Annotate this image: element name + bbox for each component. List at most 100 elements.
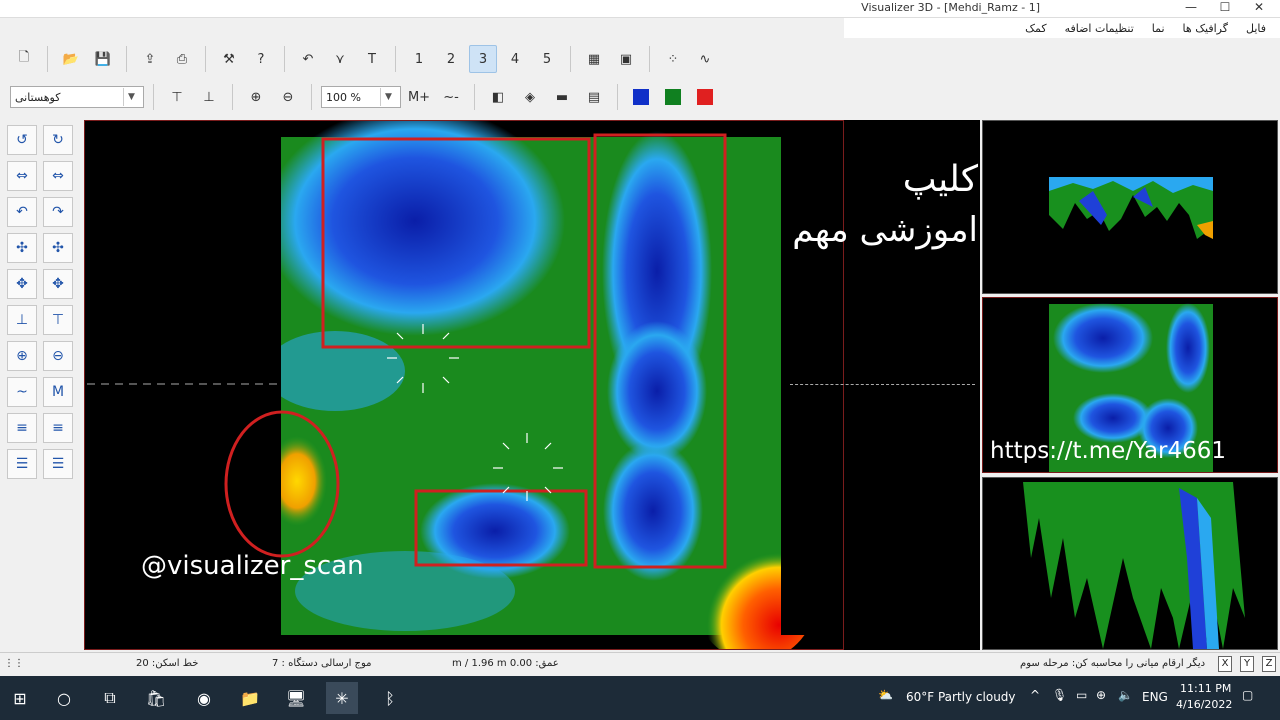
raise-icon[interactable]: ⊥ [7, 305, 37, 335]
rotate-left-icon[interactable]: ↺ [7, 125, 37, 155]
view-3-button[interactable]: 3 [469, 45, 497, 73]
levels-icon[interactable]: ≡ [7, 413, 37, 443]
filter-icon[interactable]: ⋎ [326, 45, 354, 73]
bars2-icon[interactable]: ☰ [43, 449, 73, 479]
bars-icon[interactable]: ☰ [7, 449, 37, 479]
pan-icon[interactable]: ✥ [7, 269, 37, 299]
preview-panel-profile[interactable] [982, 120, 1278, 294]
store-icon[interactable]: 🛍 [140, 682, 172, 714]
green-swatch [665, 89, 681, 105]
layer-icon[interactable]: ◧ [484, 83, 512, 111]
clock-time[interactable]: 11:11 PM [1180, 682, 1231, 695]
main-toolbar: 🗋 📂 💾 ⇪ ⎙ ⚒ ? ↶ ⋎ T 1 2 3 4 5 ▦ ▣ ⁘ ∿ [0, 40, 844, 78]
tools-icon[interactable]: ⚒ [215, 45, 243, 73]
move2-icon[interactable]: ✣ [43, 233, 73, 263]
pan2-icon[interactable]: ✥ [43, 269, 73, 299]
save-icon[interactable]: 💾 [89, 45, 117, 73]
text-tool-icon[interactable]: T [358, 45, 386, 73]
chrome-icon[interactable]: ◉ [188, 682, 220, 714]
line-graph-icon[interactable]: ∿ [691, 45, 719, 73]
scatter-icon[interactable]: ⁘ [659, 45, 687, 73]
increase-icon[interactable]: M [43, 377, 73, 407]
zoom-select[interactable]: 100 % ▼ [321, 86, 401, 108]
view-5-button[interactable]: 5 [533, 45, 561, 73]
surface-icon[interactable]: ◈ [516, 83, 544, 111]
anomaly-cyan-left [265, 331, 405, 411]
maximize-button[interactable]: ☐ [1208, 0, 1242, 16]
close-button[interactable]: ✕ [1242, 0, 1276, 16]
scan-view[interactable]: @visualizer_scan [84, 120, 844, 650]
tilt-left-icon[interactable]: ↶ [7, 197, 37, 227]
color-green-button[interactable] [659, 83, 687, 111]
raise-icon[interactable]: ⊤ [163, 83, 191, 111]
color-red-button[interactable] [691, 83, 719, 111]
app-window: Visualizer 3D - [Mehdi_Ramz - 1] — ☐ ✕ ف… [0, 0, 1280, 720]
weather-icon[interactable]: ⛅ [878, 688, 893, 702]
axis-y-button[interactable]: Y [1240, 656, 1254, 672]
language-indicator[interactable]: ENG [1142, 690, 1168, 704]
microphone-icon[interactable]: 🎙 [1052, 688, 1067, 702]
terrain-select[interactable]: کوهستانی ▼ [10, 86, 144, 108]
task-view-icon[interactable]: ⧉ [94, 682, 126, 714]
move-icon[interactable]: ✣ [7, 233, 37, 263]
zoom-out-icon[interactable]: ⊖ [43, 341, 73, 371]
rotate-right-icon[interactable]: ↻ [43, 125, 73, 155]
view-4-button[interactable]: 4 [501, 45, 529, 73]
levels2-icon[interactable]: ≡ [43, 413, 73, 443]
zoom-out-icon[interactable]: ⊖ [274, 83, 302, 111]
help-icon[interactable]: ? [247, 45, 275, 73]
chevron-up-icon[interactable]: ^ [1030, 688, 1040, 702]
axis-x-button[interactable]: X [1218, 656, 1232, 672]
decrease-icon[interactable]: ~- [437, 83, 465, 111]
network-app-icon[interactable]: 🖥 [280, 682, 312, 714]
weather-text[interactable]: 60°F Partly cloudy [906, 690, 1016, 704]
minimize-button[interactable]: — [1174, 0, 1208, 16]
tilt-right-icon[interactable]: ↷ [43, 197, 73, 227]
lower-icon[interactable]: ⊤ [43, 305, 73, 335]
menu-bar: فایل گرافیک ها نما تنظیمات اضافه کمک [844, 18, 1280, 38]
axis-z-button[interactable]: Z [1262, 656, 1276, 672]
block-icon[interactable]: ▤ [580, 83, 608, 111]
zoom-in-icon[interactable]: ⊕ [242, 83, 270, 111]
clock-date[interactable]: 4/16/2022 [1176, 698, 1232, 711]
bluetooth-icon[interactable]: ᛒ [374, 682, 406, 714]
grid-map-icon[interactable]: ▦ [580, 45, 608, 73]
menu-file[interactable]: فایل [1246, 22, 1266, 35]
status-hint: دیگر ارقام میانی را محاسبه کن: مرحله سوم [1020, 658, 1206, 669]
profile-preview [1049, 177, 1213, 239]
search-icon[interactable]: ○ [48, 682, 80, 714]
battery-icon[interactable]: ▭ [1076, 688, 1087, 702]
clip-caption-line1: کلیپ [902, 159, 978, 200]
undo-icon[interactable]: ↶ [294, 45, 322, 73]
volume-icon[interactable]: 🔈 [1118, 688, 1133, 702]
visualizer-app-icon[interactable]: ✳ [326, 682, 358, 714]
windows-start-icon[interactable]: ⊞ [4, 682, 36, 714]
menu-graphics[interactable]: گرافیک ها [1183, 22, 1228, 35]
file-explorer-icon[interactable]: 📁 [234, 682, 266, 714]
color-blue-button[interactable] [627, 83, 655, 111]
taskbar: ⊞ ○ ⧉ 🛍 ◉ 📁 🖥 ✳ ᛒ ⛅ 60°F Partly cloudy ^… [0, 676, 1280, 720]
scan-line-dashed-right [790, 384, 975, 385]
menu-help[interactable]: کمک [1025, 22, 1046, 35]
flip-h2-icon[interactable]: ⇔ [43, 161, 73, 191]
new-file-icon[interactable]: 🗋 [10, 45, 38, 73]
image-view-icon[interactable]: ▣ [612, 45, 640, 73]
menu-view[interactable]: نما [1152, 22, 1165, 35]
open-folder-icon[interactable]: 📂 [57, 45, 85, 73]
print-icon[interactable]: ⎙ [168, 45, 196, 73]
lower-icon[interactable]: ⊥ [195, 83, 223, 111]
export-icon[interactable]: ⇪ [136, 45, 164, 73]
decrease-icon[interactable]: ~ [7, 377, 37, 407]
menu-settings[interactable]: تنظیمات اضافه [1065, 22, 1134, 35]
zoom-in-icon[interactable]: ⊕ [7, 341, 37, 371]
flat-icon[interactable]: ▬ [548, 83, 576, 111]
increase-icon[interactable]: M+ [405, 83, 433, 111]
preview-panel-3d[interactable] [982, 477, 1278, 650]
network-icon[interactable]: ⊕ [1096, 688, 1106, 702]
flip-h-icon[interactable]: ⇔ [7, 161, 37, 191]
view-2-button[interactable]: 2 [437, 45, 465, 73]
notification-icon[interactable]: ▢ [1242, 688, 1253, 702]
anomaly-blue-column-mid [607, 321, 707, 461]
view-1-button[interactable]: 1 [405, 45, 433, 73]
status-bar: ⋮⋮ خط اسکن: 20 موج ارسالی دستگاه : 7 عمق… [0, 652, 1280, 676]
